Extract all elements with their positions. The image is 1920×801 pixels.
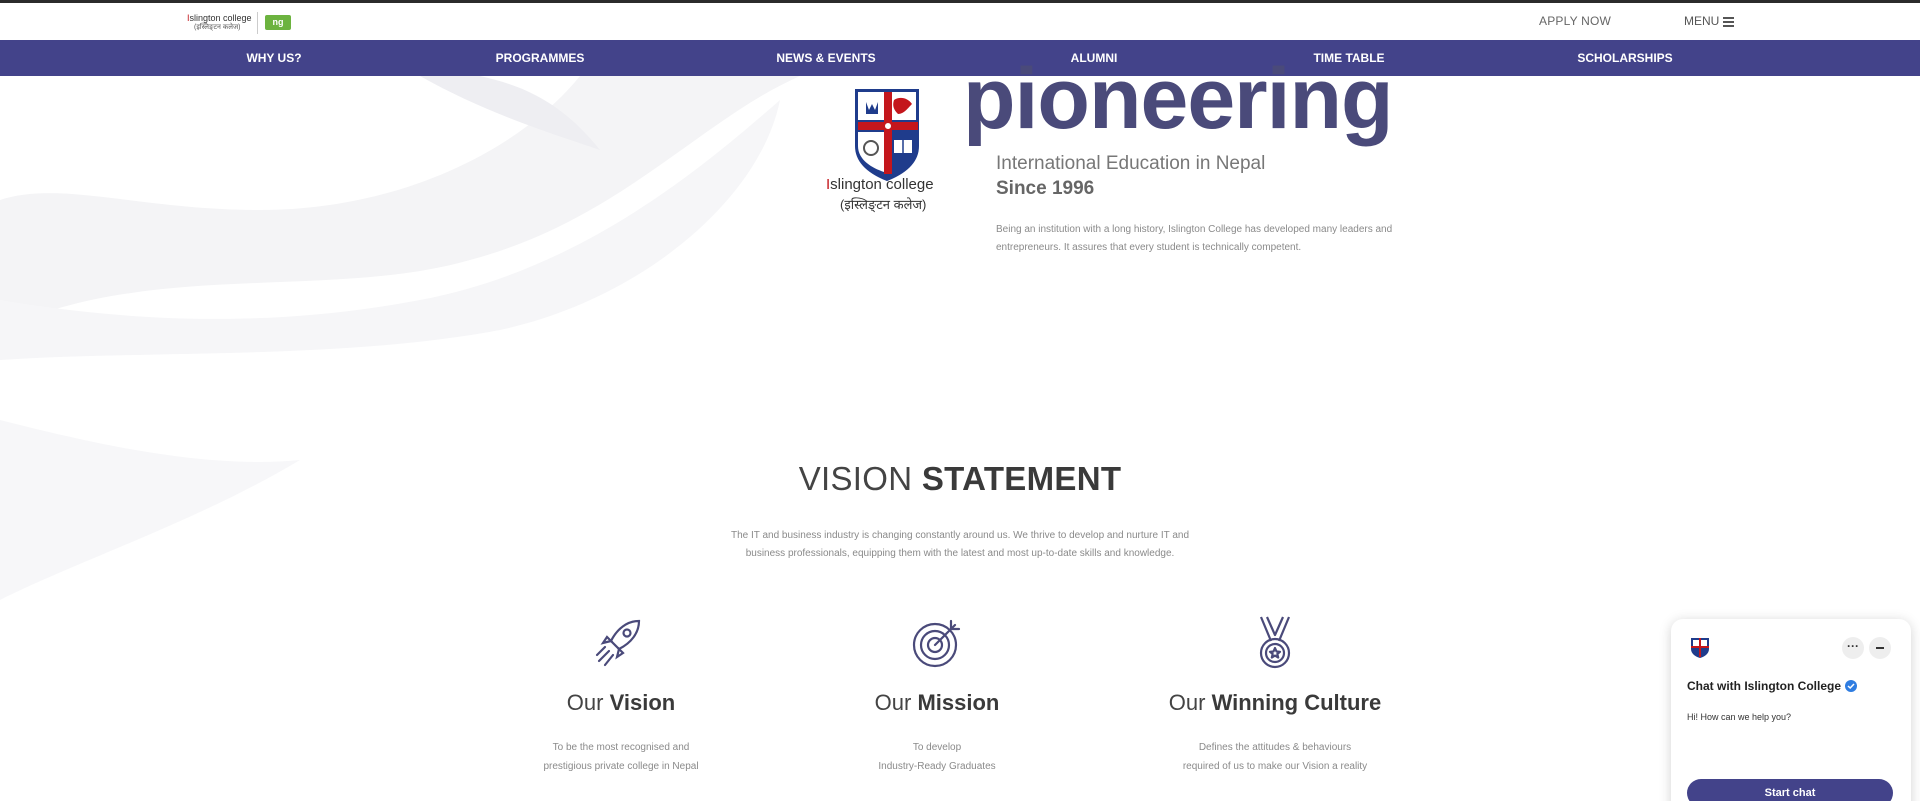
mission-text: To develop Industry-Ready Graduates (878, 742, 996, 772)
chat-title: Chat with Islington College (1687, 679, 1857, 693)
vision-text: To be the most recognised and prestigiou… (543, 742, 699, 772)
crest-caption: Islington college (826, 176, 934, 193)
hero-subtitle: International Education in Nepal (996, 153, 1266, 174)
start-chat-button[interactable]: Start chat (1687, 779, 1893, 801)
menu-button[interactable]: MENU (1684, 14, 1735, 28)
target-icon (912, 619, 961, 668)
nav-item-scholarships[interactable]: SCHOLARSHIPS (1577, 40, 1672, 76)
hero-since: Since 1996 (996, 178, 1095, 199)
nav-item-why-us[interactable]: WHY US? (246, 40, 301, 76)
winning-culture-column: Our Winning Culture Defines the attitude… (1135, 615, 1415, 776)
rocket-icon (595, 619, 641, 667)
winning-culture-text: Defines the attitudes & behaviours requi… (1182, 742, 1368, 772)
logo-text-devanagari: (इस्लिङ्टन कलेज) (194, 24, 241, 31)
vision-title: Our Vision (566, 690, 676, 715)
nav-item-programmes[interactable]: PROGRAMMES (496, 40, 585, 76)
vision-statement-title: VISION STATEMENT (798, 460, 1122, 497)
header: Islington college (इस्लिङ्टन कलेज) ng AP… (0, 3, 1920, 40)
chat-widget: ··· Chat with Islington College Hi! How … (1671, 619, 1911, 801)
chat-options-button[interactable]: ··· (1842, 637, 1864, 659)
mission-column: Our Mission To develop Industry-Ready Gr… (797, 615, 1077, 776)
winning-culture-title: Our Winning Culture (1168, 690, 1382, 715)
vision-statement-description: The IT and business industry is changing… (730, 530, 1190, 559)
page: Islington college (इस्लिङ्टन कलेज) ng AP… (0, 0, 1920, 801)
logo-divider (257, 12, 258, 34)
nav-item-news-events[interactable]: NEWS & EVENTS (776, 40, 875, 76)
logo-text: Islington college (187, 13, 252, 23)
mission-title: Our Mission (874, 690, 1000, 715)
college-avatar-icon (1691, 638, 1709, 658)
crest-caption-devanagari: (इस्लिङ्टन कलेज) (840, 197, 927, 212)
hero-headline: pioneering (963, 51, 1394, 147)
partner-badge: ng (265, 15, 291, 30)
hero-description: Being an institution with a long history… (996, 224, 1393, 253)
menu-label: MENU (1684, 14, 1720, 28)
vision-column: Our Vision To be the most recognised and… (481, 615, 761, 776)
hamburger-icon (1723, 16, 1735, 27)
chat-message: Hi! How can we help you? (1687, 712, 1792, 722)
main-navbar: WHY US? PROGRAMMES NEWS & EVENTS ALUMNI … (0, 40, 1920, 76)
header-logo[interactable]: Islington college (इस्लिङ्टन कलेज) ng (187, 12, 297, 36)
verified-icon (1845, 680, 1857, 692)
chat-minimize-button[interactable] (1869, 637, 1891, 659)
medal-icon (1259, 616, 1291, 669)
apply-now-link[interactable]: APPLY NOW (1539, 14, 1611, 28)
